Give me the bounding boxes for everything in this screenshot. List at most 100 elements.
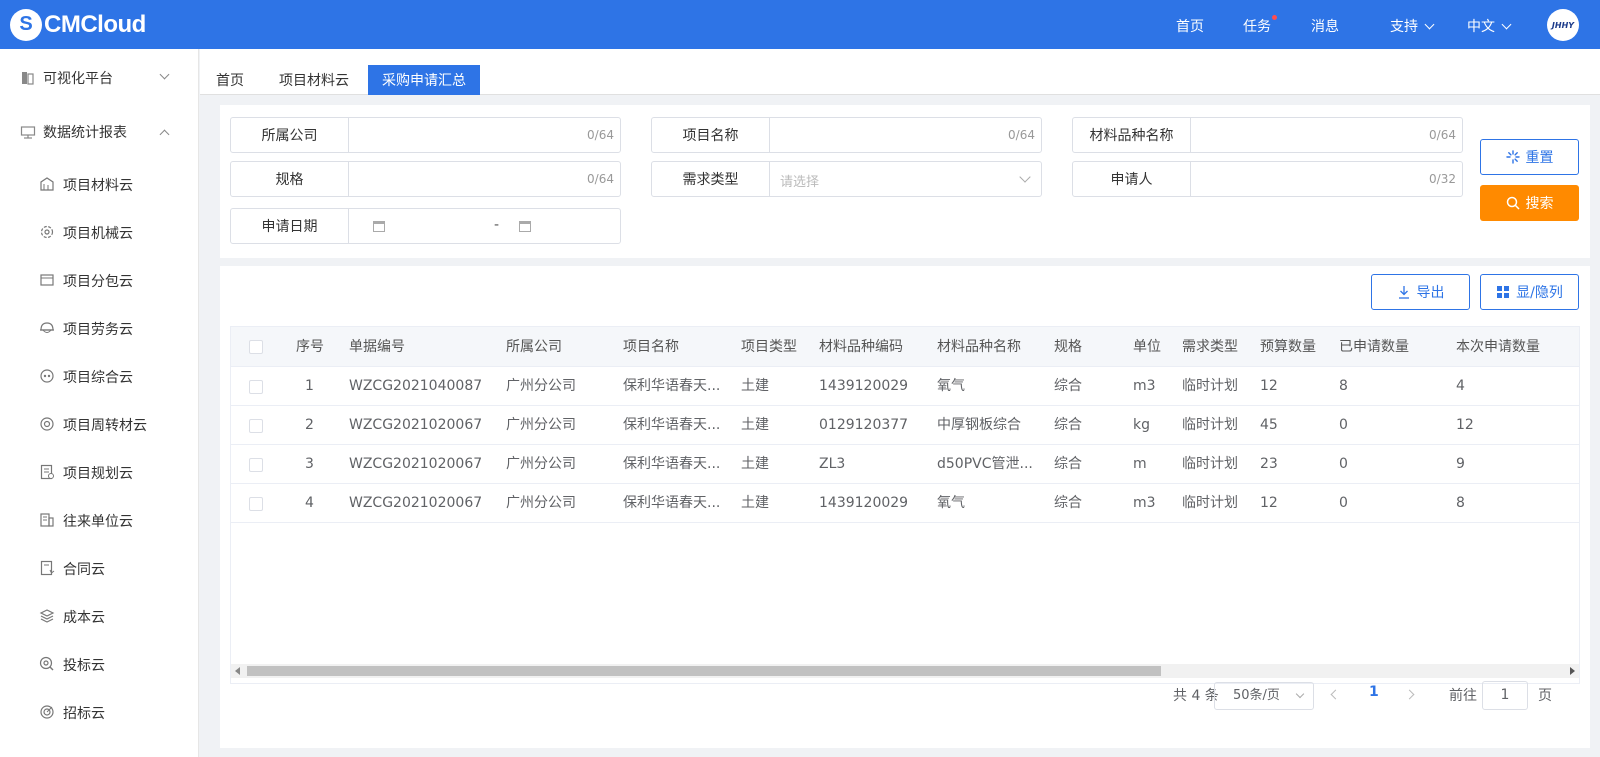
tab-home[interactable]: 首页 [202,65,258,95]
sidebar-item-label: 投标云 [63,658,105,674]
column-header[interactable]: 所属公司 [506,327,562,367]
top-header: S CMCloud 首页 任务 消息 支持 中文 JHHY [0,0,1600,49]
row-checkbox[interactable] [249,380,263,394]
column-header[interactable]: 项目类型 [741,327,797,367]
sidebar: 可视化平台 数据统计报表 项目材料云 项目机械云 项目分包云 项目劳务云 项目综… [0,49,199,757]
material-name-field[interactable]: 材料品种名称 0/64 [1072,117,1463,153]
column-header[interactable]: 材料品种编码 [819,327,903,367]
page-size-select[interactable]: 50条/页 [1214,682,1314,710]
topnav-tasks[interactable]: 任务 [1243,15,1277,36]
toggle-columns-button[interactable]: 显/隐列 [1480,274,1579,310]
column-header[interactable]: 项目名称 [623,327,679,367]
search-button[interactable]: 搜索 [1480,185,1579,221]
apply-date-range[interactable]: 申请日期 - [230,208,621,244]
tab-material[interactable]: 项目材料云 [265,65,363,95]
table-cell: WZCG2021020067 [349,417,483,433]
material-icon [40,177,54,191]
table-cell: 保利华语春天... [623,495,721,511]
column-header[interactable]: 需求类型 [1182,327,1238,367]
avatar[interactable]: JHHY [1547,9,1579,41]
table-cell: 8 [1456,495,1465,511]
notification-dot [1272,15,1277,20]
table-cell: m3 [1133,495,1156,511]
sidebar-item-material[interactable]: 项目材料云 [0,169,199,199]
column-header[interactable]: 单据编号 [349,327,405,367]
column-header[interactable]: 单位 [1133,327,1161,367]
sidebar-item-machinery[interactable]: 项目机械云 [0,217,199,247]
export-button[interactable]: 导出 [1371,274,1470,310]
reset-button[interactable]: 重置 [1480,139,1579,175]
logo-text: CMCloud [44,10,146,38]
row-checkbox[interactable] [249,458,263,472]
table-cell: 综合 [1054,456,1082,472]
table-row[interactable]: 2 WZCG2021020067 广州分公司 保利华语春天... 土建 0129… [231,406,1579,445]
horizontal-scrollbar[interactable] [231,664,1579,678]
calendar-icon [373,221,385,232]
table-row[interactable]: 1 WZCG2021040087 广州分公司 保利华语春天... 土建 1439… [231,367,1579,406]
spec-field[interactable]: 规格 0/64 [230,161,621,197]
table-cell: 土建 [741,456,769,472]
applicant-field[interactable]: 申请人 0/32 [1072,161,1463,197]
sidebar-item-comprehensive[interactable]: 项目综合云 [0,361,199,391]
prev-page-icon[interactable] [1330,689,1341,700]
building-icon [40,513,54,527]
sidebar-item-label: 项目材料云 [63,178,133,194]
sidebar-item-contract[interactable]: 合同云 [0,553,199,583]
sidebar-item-cost[interactable]: 成本云 [0,601,199,631]
plan-icon [40,464,54,480]
page-size-value: 50条/页 [1233,688,1280,703]
tab-purchase-summary[interactable]: 采购申请汇总 [368,65,480,95]
table-cell: 氧气 [937,495,965,511]
sidebar-item-planning[interactable]: 项目规划云 [0,457,199,487]
scroll-right-icon[interactable] [1570,667,1575,675]
sidebar-item-bidding[interactable]: 投标云 [0,649,199,679]
sidebar-item-turnover[interactable]: 项目周转材云 [0,409,199,439]
table-cell: 12 [1260,378,1278,394]
next-page-icon[interactable] [1404,689,1415,700]
table-cell: 45 [1260,417,1278,433]
topnav-home[interactable]: 首页 [1176,16,1204,36]
column-header[interactable]: 规格 [1054,327,1082,367]
table-cell: WZCG2021040087 [349,378,483,394]
current-page[interactable]: 1 [1369,684,1379,700]
sidebar-group-visualization[interactable]: 可视化平台 [0,63,199,93]
logo-mark-icon: S [10,8,42,41]
column-header[interactable]: 序号 [296,327,324,367]
table-cell: 3 [305,456,314,472]
sidebar-item-subcontract[interactable]: 项目分包云 [0,265,199,295]
scrollbar-thumb[interactable] [247,666,1161,676]
search-icon [1506,196,1520,210]
row-checkbox[interactable] [249,419,263,433]
table-cell: m [1133,456,1147,472]
column-header[interactable]: 预算数量 [1260,327,1316,367]
table-row[interactable]: 4 WZCG2021020067 广州分公司 保利华语春天... 土建 1439… [231,484,1579,523]
sidebar-item-labor[interactable]: 项目劳务云 [0,313,199,343]
row-checkbox[interactable] [249,497,263,511]
cycle-icon [40,417,54,431]
company-field[interactable]: 所属公司 0/64 [230,117,621,153]
table-cell: 12 [1260,495,1278,511]
language-switcher[interactable]: 中文 [1467,16,1512,36]
column-header[interactable]: 材料品种名称 [937,327,1021,367]
select-all-checkbox[interactable] [249,340,263,354]
date-separator: - [494,217,500,233]
sidebar-item-partners[interactable]: 往来单位云 [0,505,199,535]
char-count: 0/64 [1429,128,1456,142]
table-cell: 保利华语春天... [623,456,721,472]
project-name-field[interactable]: 项目名称 0/64 [651,117,1042,153]
demand-type-select[interactable]: 需求类型 请选择 [651,161,1042,197]
table-cell: 保利华语春天... [623,417,721,433]
logo[interactable]: S CMCloud [10,8,146,41]
sidebar-item-tendering[interactable]: 招标云 [0,697,199,727]
topnav-messages[interactable]: 消息 [1311,16,1339,36]
topnav-support[interactable]: 支持 [1390,16,1435,36]
scroll-left-icon[interactable] [235,667,240,675]
table-row[interactable]: 3 WZCG2021020067 广州分公司 保利华语春天... 土建 ZL3 … [231,445,1579,484]
goto-page-input[interactable]: 1 [1482,681,1528,710]
table-cell: 临时计划 [1182,378,1238,394]
sidebar-item-label: 合同云 [63,562,105,578]
sidebar-group-reports[interactable]: 数据统计报表 [0,117,199,147]
field-label: 申请日期 [231,209,349,243]
column-header[interactable]: 本次申请数量 [1456,327,1540,367]
column-header[interactable]: 已申请数量 [1339,327,1409,367]
